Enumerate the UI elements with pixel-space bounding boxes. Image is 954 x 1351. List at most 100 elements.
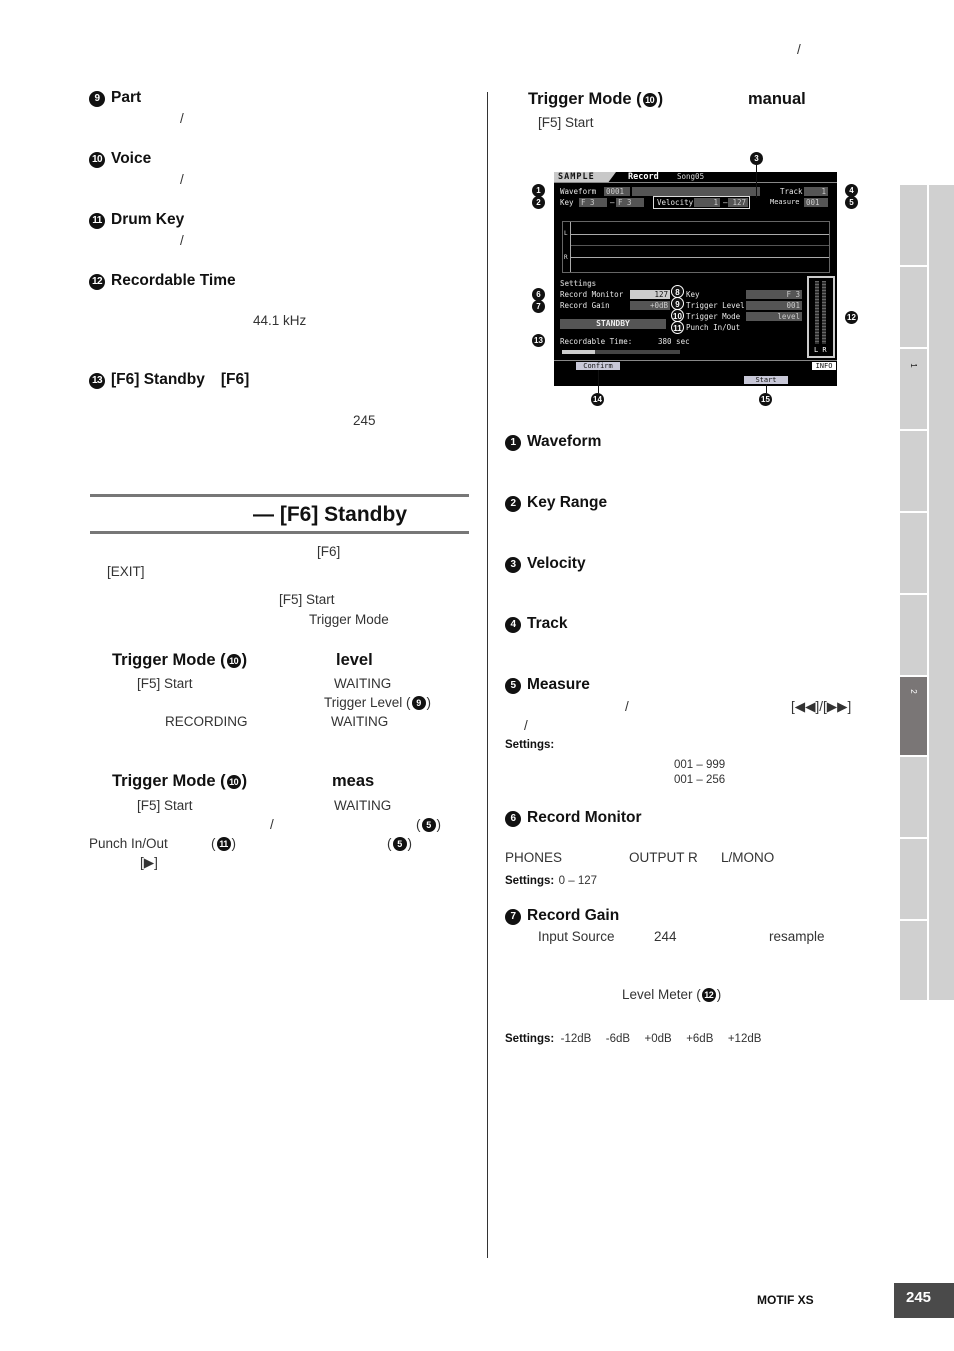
item-standby-heading: 13 [F6] Standby [F6] [89,371,249,389]
heading-text: Waveform [527,433,602,450]
num-11-icon: 11 [89,213,105,229]
lcd-velocity-label: Velocity [657,198,694,207]
trigger-level-waiting2: WAITING [331,714,389,729]
side-tab[interactable] [900,513,927,593]
play-button-ref: [▶] [140,855,158,870]
callout-2-icon: 2 [532,196,545,209]
side-tab[interactable] [900,921,927,1000]
heading-text: Trigger Mode ( [112,651,226,669]
callout-5-icon: 5 [845,196,858,209]
trigger-meas-ref11: (11) [211,836,236,851]
trigger-meas-ref5b: (5) [387,836,412,851]
lcd-key2-value[interactable]: F 3 [746,290,802,299]
num-3-icon: 3 [505,557,521,573]
side-tab[interactable] [900,757,927,837]
lcd-rec-time-fill [562,350,596,354]
lcd-start-button[interactable]: Start [744,376,788,384]
item-rectime-body: 44.1 kHz [253,313,307,328]
num-13-icon: 13 [89,373,105,389]
section-text-f5start: [F5] Start [279,592,335,607]
item-track-heading: 4 Track [505,615,568,633]
trigger-level-waiting: WAITING [334,676,392,691]
lcd-screen: SAMPLE Record Song05 Waveform 0001 Track… [554,172,837,386]
item-recgain-heading: 7 Record Gain [505,907,619,925]
item-part-heading: 9 Part [89,89,141,107]
settings-label: Settings: [505,1033,555,1045]
measure-slash2: / [524,718,528,733]
trigger-meas-slash: / [270,817,274,832]
callout-12-icon: 12 [845,311,858,324]
heading-text: Velocity [527,555,586,572]
heading-text: Key Range [527,494,608,511]
item-part-body: / [180,111,184,126]
tab-label: 2 [909,689,918,694]
heading-text: Measure [527,676,590,693]
item-voice-heading: 10 Voice [89,150,151,168]
heading-text: Voice [111,150,152,167]
item-standby-body: 245 [353,413,376,428]
side-tab[interactable] [900,267,927,347]
lcd-vel-low: 1 [694,198,720,207]
lcd-vel-high: 127 [728,198,748,207]
num-12-icon: 12 [89,274,105,290]
trigger-meas-punch: Punch In/Out [89,836,168,851]
ref-text: Trigger Level ( [324,695,411,710]
heading-text: Drum Key [111,211,185,228]
side-tab-1[interactable]: 1 [900,349,927,429]
side-tab[interactable] [900,595,927,675]
side-tab[interactable] [900,185,927,265]
lcd-rec-time-label: Recordable Time: [560,337,633,346]
measure-slash: / [625,699,629,714]
num-2-icon: 2 [505,496,521,512]
side-tab[interactable] [900,431,927,511]
num-10-icon: 10 [89,152,105,168]
lcd-rec-gain-value[interactable]: +0dB [630,301,670,310]
lcd-channel-l: L [564,230,568,237]
lcd-key-dash: – [610,198,615,207]
lcd-meter-r [822,281,826,344]
gain-input-source: Input Source [538,929,615,944]
item-drumkey-body: / [180,233,184,248]
gain-settings: Settings: -12dB -6dB +0dB +6dB +12dB [505,1029,761,1047]
lcd-waveform-label: Waveform [560,187,597,196]
item-velocity-heading: 3 Velocity [505,555,586,573]
lcd-rec-monitor-value[interactable]: 127 [630,290,670,299]
trigger-manual-f5: [F5] Start [538,115,594,130]
lcd-confirm-button[interactable]: Confirm [576,362,620,370]
side-tab[interactable] [900,839,927,919]
trigger-meas-value: meas [332,772,375,790]
lcd-wave-mid [571,245,829,246]
num-10-icon: 10 [226,654,241,668]
heading-text: Part [111,89,142,106]
item-rectime-heading: 12 Recordable Time [89,272,236,290]
lcd-rec-time-bar [562,350,680,354]
section-text-exit: [EXIT] [107,564,145,579]
lcd-trig-level-label: Trigger Level [686,301,745,310]
num-10-icon: 10 [642,93,657,107]
item-drumkey-heading: 11 Drum Key [89,211,184,229]
settings-value: +0dB [644,1033,672,1045]
lcd-song: Song05 [677,172,705,181]
heading-text: Record Gain [527,907,620,924]
measure-buttons: [◀◀]/[▶▶] [791,699,852,714]
section-rule-top [90,494,469,497]
lcd-waveform-value: 0001 [604,187,630,196]
lcd-trig-level-value[interactable]: 001 [746,301,802,310]
side-tab-strip [929,185,954,1000]
lcd-key-label: Key [560,198,574,207]
lcd-meter-lr: L R [814,346,827,354]
heading-paren: ) [241,772,248,790]
lcd-info-button[interactable]: INFO [812,362,836,370]
lcd-settings-label: Settings [560,279,597,288]
monitor-output-r: OUTPUT R [629,850,698,865]
monitor-lmono: L/MONO [721,850,775,865]
num-9-icon: 9 [89,91,105,107]
side-tab-2-active[interactable]: 2 [900,677,927,755]
lcd-trig-mode-value[interactable]: level [746,312,802,321]
num-5-icon: 5 [505,678,521,694]
callout-11-icon: 11 [671,321,684,334]
settings-value: -12dB [560,1033,592,1045]
gain-level-meter: Level Meter (12) [622,987,721,1002]
settings-value: -6dB [605,1033,631,1045]
header-slash: / [797,42,801,57]
